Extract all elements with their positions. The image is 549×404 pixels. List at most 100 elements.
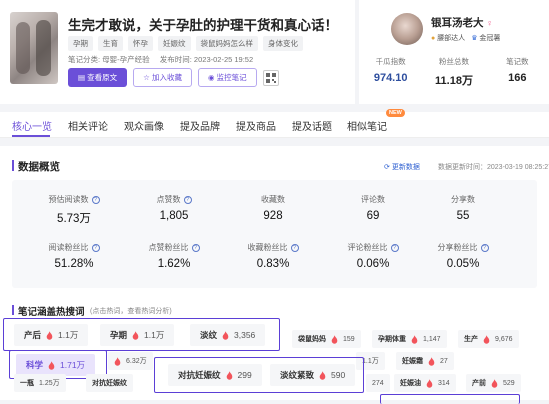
hotwords-subtitle: (点击热词，查看热词分析)	[90, 308, 172, 315]
fire-icon	[426, 378, 433, 388]
metric-value: 69	[366, 210, 380, 222]
avatar[interactable]	[391, 13, 423, 45]
hotword-chip[interactable]: 生产 9,676	[458, 330, 519, 348]
stat-label: 笔记数	[506, 57, 529, 66]
hotword-chip[interactable]: 妊娠霜 27	[396, 352, 454, 370]
qr-code-icon[interactable]	[262, 69, 279, 86]
hotword-chip[interactable]: 对抗妊娠纹	[86, 374, 133, 392]
metric-label: 阅读粉丝比	[48, 243, 89, 252]
overview-title: 数据概览	[18, 161, 60, 173]
note-tag[interactable]: 生育	[98, 36, 123, 51]
tab-mentioned-brands[interactable]: 提及品牌	[180, 118, 220, 133]
metrics-panel: 预估阅读数? 5.73万 点赞数? 1,805 收藏数 928 评论数 69 分…	[12, 180, 537, 288]
note-tag[interactable]: 身体变化	[263, 36, 303, 51]
metric-label: 预估阅读数	[48, 195, 89, 204]
tab-mentioned-products[interactable]: 提及商品	[236, 118, 276, 133]
medal-icon: ●	[431, 35, 436, 42]
hotword-count: 1.1万	[362, 358, 379, 365]
user-name[interactable]: 银耳汤老大 ♀	[431, 15, 493, 30]
user-name-text: 银耳汤老大	[431, 17, 484, 29]
highlight-box	[154, 357, 364, 393]
hotword-chip[interactable]: 产前 529	[466, 374, 521, 392]
note-title[interactable]: 生完才敢说，关于孕肚的护理干货和真心话！	[68, 14, 338, 34]
help-icon[interactable]: ?	[390, 243, 399, 252]
fire-icon	[491, 378, 498, 388]
main-content: 数据概览 ⟳ 更新数据 数据更新时间：2023-03-19 08:25:27 预…	[0, 146, 549, 404]
tab-mentioned-topics[interactable]: 提及话题	[292, 118, 332, 133]
note-tag[interactable]: 怀孕	[128, 36, 153, 51]
star-icon: ☆	[143, 73, 152, 82]
note-tag[interactable]: 袋鼠妈妈怎么样	[195, 36, 258, 51]
metric-value: 51.28%	[54, 258, 94, 270]
user-stat: 笔记数 166	[486, 56, 549, 88]
note-tag[interactable]: 孕期	[68, 36, 93, 51]
hotword-label: 对抗妊娠纹	[92, 380, 127, 387]
refresh-data-button[interactable]: ⟳ 更新数据	[384, 162, 420, 172]
monitor-label: 监控笔记	[216, 73, 247, 82]
monitor-note-button[interactable]: ◉ 监控笔记	[197, 68, 257, 87]
hotword-count: 1,147	[423, 335, 441, 343]
metric-label: 点赞数	[156, 195, 181, 204]
hotword-count: 274	[372, 379, 384, 387]
add-favorite-button[interactable]: ☆ 加入收藏	[133, 68, 192, 87]
tab-core-overview[interactable]: 核心一览	[12, 118, 52, 133]
highlight-box	[3, 318, 280, 351]
user-stat: 千瓜指数 974.10	[359, 56, 422, 88]
tab-similar-notes[interactable]: 相似笔记	[347, 118, 387, 133]
hotword-label: 孕期体重	[378, 336, 406, 343]
help-icon[interactable]: ?	[91, 195, 100, 204]
hotword-chip[interactable]: 一瓶 1.25万	[14, 374, 66, 392]
hotword-chip[interactable]: 妊娠油 314	[394, 374, 456, 392]
hotword-label: 妊娠油	[400, 380, 421, 387]
metric-value: 0.06%	[356, 258, 390, 270]
update-time: 数据更新时间：2023-03-19 08:25:27	[438, 164, 549, 171]
note-thumbnail[interactable]	[10, 12, 58, 84]
view-original-button[interactable]: ▤ 查看原文	[68, 68, 128, 87]
new-badge: NEW	[386, 109, 405, 117]
hotword-chip[interactable]: 孕期体重 1,147	[372, 330, 447, 348]
refresh-icon: ⟳	[384, 164, 390, 171]
tab-related-comments[interactable]: 相关评论	[68, 118, 108, 133]
metric-share-fan-ratio: 分享粉丝比? 0.05%	[413, 242, 513, 270]
help-icon[interactable]: ?	[183, 195, 192, 204]
badge-label: 腰部达人	[437, 35, 466, 42]
metric-comment-fan-ratio: 评论粉丝比? 0.06%	[323, 242, 423, 270]
user-card: 银耳汤老大 ♀ ● 腰部达人 ♛ 金冠薯 千瓜指数 974.10 粉丝总数 11…	[359, 0, 549, 104]
stat-value: 11.18万	[435, 75, 473, 87]
help-icon[interactable]: ?	[191, 243, 200, 252]
hotword-label: 一瓶	[20, 380, 34, 387]
note-tag[interactable]: 妊娠纹	[158, 36, 191, 51]
hotword-count: 1.25万	[39, 380, 60, 387]
note-tags: 孕期 生育 怀孕 妊娠纹 袋鼠妈妈怎么样 身体变化	[68, 36, 303, 51]
metric-value: 1.62%	[157, 258, 191, 270]
note-category: 笔记分类: 母婴-孕产经验	[68, 55, 150, 64]
fire-icon	[411, 334, 418, 344]
hotword-label: 袋鼠妈妈	[298, 336, 326, 343]
metric-read-count: 预估阅读数? 5.73万	[24, 194, 124, 226]
hotword-label: 生产	[464, 336, 478, 343]
help-icon[interactable]: ?	[91, 243, 100, 252]
metric-like-fan-ratio: 点赞粉丝比? 1.62%	[124, 242, 224, 270]
stat-label: 千瓜指数	[375, 57, 406, 66]
hotword-count: 9,676	[495, 335, 513, 343]
hotword-label: 产前	[472, 380, 486, 387]
note-card: 生完才敢说，关于孕肚的护理干货和真心话！ 孕期 生育 怀孕 妊娠纹 袋鼠妈妈怎么…	[0, 0, 355, 104]
section-marker	[12, 160, 14, 171]
tab-audience-profile[interactable]: 观众画像	[124, 118, 164, 133]
user-badge-level: ● 腰部达人	[431, 33, 465, 43]
metric-favorite-fan-ratio: 收藏粉丝比? 0.83%	[223, 242, 323, 270]
female-icon: ♀	[486, 18, 494, 28]
help-icon[interactable]: ?	[290, 243, 299, 252]
hotword-count: 529	[503, 379, 515, 387]
metric-label: 评论数	[361, 195, 385, 204]
help-icon[interactable]: ?	[480, 243, 489, 252]
hotword-chip[interactable]: 6.32万	[108, 352, 153, 370]
metric-label: 点赞粉丝比	[148, 243, 189, 252]
note-actions: ▤ 查看原文 ☆ 加入收藏 ◉ 监控笔记	[68, 68, 279, 87]
hotword-count: 159	[343, 335, 355, 343]
hotword-chip[interactable]: 274	[366, 374, 390, 392]
metric-favorite-count: 收藏数 928	[223, 194, 323, 222]
hotword-chip[interactable]: 袋鼠妈妈 159	[292, 330, 361, 348]
monitor-icon: ◉	[207, 73, 217, 82]
note-meta: 笔记分类: 母婴-孕产经验 发布时间: 2023-02-25 19:52	[68, 54, 261, 65]
